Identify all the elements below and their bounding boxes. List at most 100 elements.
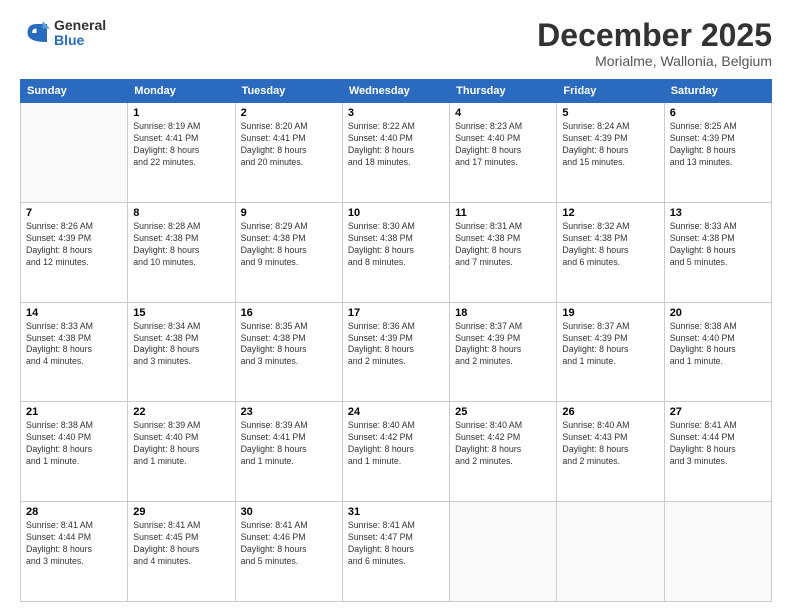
table-row: 18Sunrise: 8:37 AM Sunset: 4:39 PM Dayli… — [450, 302, 557, 402]
table-row: 10 Sunrise: 8:30 AM Sunset: 4:38 PM Dayli… — [342, 202, 449, 302]
day-info: Sunrise: 8:35 AM Sunset: 4:38 PM Dayligh… — [241, 321, 337, 369]
table-row: 19 Sunrise: 8:37 AM Sunset: 4:39 PM Dayli… — [557, 302, 664, 402]
table-row: 29Sunrise: 8:41 AM Sunset: 4:45 PM Dayli… — [128, 502, 235, 602]
day-info: Sunrise: 8:28 AM Sunset: 4:38 PM Dayligh… — [133, 221, 229, 269]
day-number: 5 — [562, 107, 658, 119]
day-info: Sunrise: 8:37 AM Sunset: 4:39 PM Dayligh… — [562, 321, 658, 369]
table-row: 15 Sunrise: 8:34 AM Sunset: 4:38 PM Dayli… — [128, 302, 235, 402]
day-number: 27 — [670, 406, 766, 418]
table-row: 22Sunrise: 8:39 AM Sunset: 4:40 PM Dayli… — [128, 402, 235, 502]
day-info: Sunrise: 8:22 AM Sunset: 4:40 PM Dayligh… — [348, 121, 444, 169]
day-info: Sunrise: 8:36 AM Sunset: 4:39 PM Dayligh… — [348, 321, 444, 369]
table-row: 11 Sunrise: 8:31 AM Sunset: 4:38 PM Dayli… — [450, 202, 557, 302]
day-number: 10 — [348, 207, 444, 219]
month-title: December 2025 — [537, 18, 772, 53]
table-row: 6 Sunrise: 8:25 AM Sunset: 4:39 PM Daylig… — [664, 103, 771, 203]
table-row: 4Sunrise: 8:23 AM Sunset: 4:40 PM Daylig… — [450, 103, 557, 203]
day-info: Sunrise: 8:20 AM Sunset: 4:41 PM Dayligh… — [241, 121, 337, 169]
table-row: 26 Sunrise: 8:40 AM Sunset: 4:43 PM Dayli… — [557, 402, 664, 502]
day-info: Sunrise: 8:38 AM Sunset: 4:40 PM Dayligh… — [670, 321, 766, 369]
day-info: Sunrise: 8:19 AM Sunset: 4:41 PM Dayligh… — [133, 121, 229, 169]
day-number: 15 — [133, 307, 229, 319]
day-number: 22 — [133, 406, 229, 418]
day-info: Sunrise: 8:31 AM Sunset: 4:38 PM Dayligh… — [455, 221, 551, 269]
table-row — [557, 502, 664, 602]
table-row: 27 Sunrise: 8:41 AM Sunset: 4:44 PM Dayli… — [664, 402, 771, 502]
day-number: 21 — [26, 406, 122, 418]
day-info: Sunrise: 8:24 AM Sunset: 4:39 PM Dayligh… — [562, 121, 658, 169]
day-info: Sunrise: 8:29 AM Sunset: 4:38 PM Dayligh… — [241, 221, 337, 269]
logo-blue: Blue — [54, 33, 106, 48]
table-row: 17 Sunrise: 8:36 AM Sunset: 4:39 PM Dayli… — [342, 302, 449, 402]
day-info: Sunrise: 8:30 AM Sunset: 4:38 PM Dayligh… — [348, 221, 444, 269]
day-number: 24 — [348, 406, 444, 418]
location-subtitle: Morialme, Wallonia, Belgium — [537, 53, 772, 69]
day-number: 16 — [241, 307, 337, 319]
day-number: 9 — [241, 207, 337, 219]
calendar-row-2: 7 Sunrise: 8:26 AM Sunset: 4:39 PM Daylig… — [21, 202, 772, 302]
day-info: Sunrise: 8:25 AM Sunset: 4:39 PM Dayligh… — [670, 121, 766, 169]
day-number: 19 — [562, 307, 658, 319]
header-saturday: Saturday — [664, 80, 771, 103]
day-number: 17 — [348, 307, 444, 319]
logo-general: General — [54, 18, 106, 33]
day-info: Sunrise: 8:23 AM Sunset: 4:40 PM Dayligh… — [455, 121, 551, 169]
day-info: Sunrise: 8:32 AM Sunset: 4:38 PM Dayligh… — [562, 221, 658, 269]
day-info: Sunrise: 8:33 AM Sunset: 4:38 PM Dayligh… — [670, 221, 766, 269]
day-number: 28 — [26, 506, 122, 518]
day-number: 7 — [26, 207, 122, 219]
calendar-row-1: 1 Sunrise: 8:19 AM Sunset: 4:41 PM Daylig… — [21, 103, 772, 203]
calendar-row-5: 28 Sunrise: 8:41 AM Sunset: 4:44 PM Dayli… — [21, 502, 772, 602]
table-row: 3Sunrise: 8:22 AM Sunset: 4:40 PM Daylig… — [342, 103, 449, 203]
header-friday: Friday — [557, 80, 664, 103]
header-thursday: Thursday — [450, 80, 557, 103]
day-info: Sunrise: 8:34 AM Sunset: 4:38 PM Dayligh… — [133, 321, 229, 369]
table-row: 21 Sunrise: 8:38 AM Sunset: 4:40 PM Dayli… — [21, 402, 128, 502]
day-number: 13 — [670, 207, 766, 219]
table-row — [450, 502, 557, 602]
table-row — [664, 502, 771, 602]
day-number: 31 — [348, 506, 444, 518]
logo-text: General Blue — [54, 18, 106, 49]
day-number: 1 — [133, 107, 229, 119]
table-row: 2Sunrise: 8:20 AM Sunset: 4:41 PM Daylig… — [235, 103, 342, 203]
day-info: Sunrise: 8:41 AM Sunset: 4:44 PM Dayligh… — [670, 420, 766, 468]
title-block: December 2025 Morialme, Wallonia, Belgiu… — [537, 18, 772, 69]
day-info: Sunrise: 8:26 AM Sunset: 4:39 PM Dayligh… — [26, 221, 122, 269]
table-row: 23Sunrise: 8:39 AM Sunset: 4:41 PM Dayli… — [235, 402, 342, 502]
table-row — [21, 103, 128, 203]
day-info: Sunrise: 8:39 AM Sunset: 4:41 PM Dayligh… — [241, 420, 337, 468]
logo: General Blue — [20, 18, 106, 49]
table-row: 9 Sunrise: 8:29 AM Sunset: 4:38 PM Daylig… — [235, 202, 342, 302]
table-row: 28 Sunrise: 8:41 AM Sunset: 4:44 PM Dayli… — [21, 502, 128, 602]
day-number: 30 — [241, 506, 337, 518]
weekday-header-row: Sunday Monday Tuesday Wednesday Thursday… — [21, 80, 772, 103]
header: General Blue December 2025 Morialme, Wal… — [20, 18, 772, 69]
header-tuesday: Tuesday — [235, 80, 342, 103]
day-number: 20 — [670, 307, 766, 319]
header-wednesday: Wednesday — [342, 80, 449, 103]
day-number: 6 — [670, 107, 766, 119]
table-row: 20 Sunrise: 8:38 AM Sunset: 4:40 PM Dayli… — [664, 302, 771, 402]
table-row: 14Sunrise: 8:33 AM Sunset: 4:38 PM Dayli… — [21, 302, 128, 402]
calendar-row-3: 14Sunrise: 8:33 AM Sunset: 4:38 PM Dayli… — [21, 302, 772, 402]
day-number: 11 — [455, 207, 551, 219]
day-number: 26 — [562, 406, 658, 418]
table-row: 25Sunrise: 8:40 AM Sunset: 4:42 PM Dayli… — [450, 402, 557, 502]
table-row: 1 Sunrise: 8:19 AM Sunset: 4:41 PM Daylig… — [128, 103, 235, 203]
table-row: 7 Sunrise: 8:26 AM Sunset: 4:39 PM Daylig… — [21, 202, 128, 302]
day-info: Sunrise: 8:40 AM Sunset: 4:43 PM Dayligh… — [562, 420, 658, 468]
table-row: 31Sunrise: 8:41 AM Sunset: 4:47 PM Dayli… — [342, 502, 449, 602]
day-info: Sunrise: 8:41 AM Sunset: 4:46 PM Dayligh… — [241, 520, 337, 568]
day-info: Sunrise: 8:38 AM Sunset: 4:40 PM Dayligh… — [26, 420, 122, 468]
page: General Blue December 2025 Morialme, Wal… — [0, 0, 792, 612]
table-row: 5 Sunrise: 8:24 AM Sunset: 4:39 PM Daylig… — [557, 103, 664, 203]
day-info: Sunrise: 8:41 AM Sunset: 4:44 PM Dayligh… — [26, 520, 122, 568]
day-number: 12 — [562, 207, 658, 219]
day-info: Sunrise: 8:33 AM Sunset: 4:38 PM Dayligh… — [26, 321, 122, 369]
calendar-table: Sunday Monday Tuesday Wednesday Thursday… — [20, 79, 772, 602]
logo-icon — [20, 18, 50, 48]
day-info: Sunrise: 8:40 AM Sunset: 4:42 PM Dayligh… — [348, 420, 444, 468]
header-sunday: Sunday — [21, 80, 128, 103]
table-row: 30 Sunrise: 8:41 AM Sunset: 4:46 PM Dayli… — [235, 502, 342, 602]
